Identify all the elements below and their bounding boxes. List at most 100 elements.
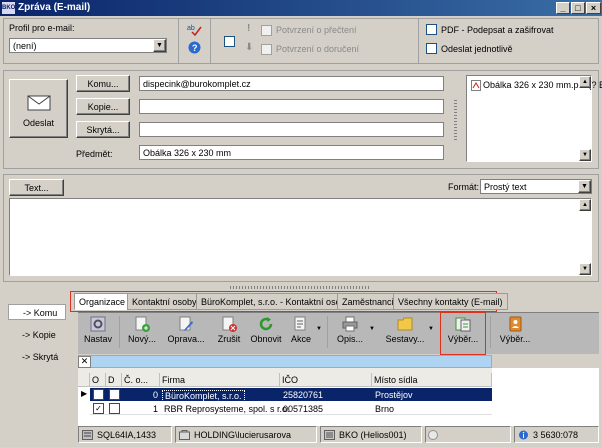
tab-organizace[interactable]: Organizace <box>74 293 131 310</box>
profile-value: (není) <box>13 41 37 51</box>
read-receipt-checkbox[interactable] <box>261 25 272 36</box>
pdf-file-icon <box>471 80 481 91</box>
divider <box>327 316 328 348</box>
splitter-grip[interactable] <box>454 100 457 140</box>
minimize-button[interactable]: _ <box>556 2 570 14</box>
format-label: Formát: <box>448 182 480 192</box>
row-d-checkbox[interactable] <box>109 403 120 414</box>
scroll-up-icon[interactable]: ▲ <box>579 76 591 88</box>
zrusit-label: Zrušit <box>217 334 241 344</box>
status-db-text: BKO (Helios001) <box>339 430 407 440</box>
maximize-button[interactable]: □ <box>571 2 585 14</box>
tab-vsechny-kontakty[interactable]: Všechny kontakty (E-mail) <box>393 293 508 310</box>
oprava-label: Oprava... <box>167 334 205 344</box>
target-to[interactable]: -> Komu <box>8 304 66 320</box>
sestavy-button[interactable]: Sestavy... <box>380 316 430 350</box>
cell-ico: 25820761 <box>283 390 324 400</box>
grid-header-num[interactable]: Č. o... <box>122 373 160 387</box>
delivery-receipt-label: Potvrzení o doručení <box>276 44 360 54</box>
grid-header-d[interactable]: D <box>106 373 122 387</box>
address-book-icon <box>509 316 522 332</box>
bcc-button[interactable]: Skrytá... <box>76 121 130 138</box>
body-textarea[interactable]: ▲ ▼ <box>9 198 592 276</box>
chevron-down-icon[interactable]: ▼ <box>316 326 322 332</box>
cell-misto: Brno <box>375 404 395 414</box>
cc-button[interactable]: Kopie... <box>76 98 130 115</box>
printer-icon <box>342 316 358 332</box>
grid-header-indicator <box>78 373 90 387</box>
opis-label: Opis... <box>336 334 363 344</box>
subject-field[interactable]: Obálka 326 x 230 mm <box>139 145 444 160</box>
app-icon: BKO <box>2 2 15 14</box>
splitter-grip[interactable] <box>230 286 370 289</box>
help-icon[interactable]: ? <box>188 41 201 54</box>
row-o-checkbox[interactable] <box>93 389 104 400</box>
novy-button[interactable]: Nový... <box>123 316 161 350</box>
vyber-button[interactable]: Výběr... <box>443 316 483 350</box>
bcc-field[interactable] <box>139 122 444 137</box>
row-d-checkbox[interactable] <box>109 389 120 400</box>
new-record-icon <box>135 316 150 332</box>
chevron-down-icon[interactable]: ▼ <box>153 39 166 52</box>
format-select[interactable]: Prostý text ▼ <box>480 179 592 194</box>
status-server-text: SQL64IA,1433 <box>97 430 157 440</box>
grid-group-bar <box>78 355 492 368</box>
tab-zamestnanci[interactable]: Zaměstnanci <box>337 293 399 310</box>
opis-button[interactable]: Opis... <box>332 316 368 350</box>
novy-label: Nový... <box>127 334 156 344</box>
row-pointer-icon: ▶ <box>81 389 88 398</box>
delivery-receipt-checkbox[interactable] <box>261 44 272 55</box>
company-icon <box>179 430 190 440</box>
send-separately-checkbox[interactable] <box>426 43 437 54</box>
oprava-button[interactable]: Oprava... <box>164 316 208 350</box>
vyber-book-button[interactable]: Výběr... <box>495 316 535 350</box>
zrusit-button[interactable]: Zrušit <box>212 316 246 350</box>
server-icon <box>82 430 93 440</box>
vyber-book-label: Výběr... <box>499 334 531 344</box>
cell-firma: RBR Reprosysteme, spol. s r.o. <box>164 404 290 414</box>
spellcheck-icon[interactable]: ab <box>186 22 202 36</box>
tab-burokomplet-kontaktni-osoby[interactable]: BüroKomplet, s.r.o. - Kontaktní osoby <box>196 293 356 310</box>
grid-header-o[interactable]: O <box>90 373 106 387</box>
title-bar: BKO Zpráva (E-mail) _ □ × <box>0 0 602 16</box>
target-cc[interactable]: -> Kopie <box>22 330 56 340</box>
tab-kontaktni-osoby[interactable]: Kontaktní osoby <box>127 293 202 310</box>
akce-button[interactable]: Akce <box>287 316 315 350</box>
profile-select[interactable]: (není) ▼ <box>9 38 167 53</box>
pdf-sign-label: PDF - Podepsat a zašifrovat <box>441 25 554 35</box>
obnovit-button[interactable]: Obnovit <box>248 316 284 350</box>
to-field[interactable]: dispecink@burokomplet.cz <box>139 76 444 91</box>
divider <box>119 316 120 348</box>
pdf-sign-checkbox[interactable] <box>426 24 437 35</box>
scroll-up-icon[interactable]: ▲ <box>579 199 591 211</box>
scroll-down-icon[interactable]: ▼ <box>579 149 591 161</box>
sestavy-label: Sestavy... <box>385 334 425 344</box>
text-button[interactable]: Text... <box>9 179 64 196</box>
chevron-down-icon[interactable]: ▼ <box>369 326 375 332</box>
settings-icon <box>90 316 106 332</box>
send-button[interactable]: Odeslat <box>9 79 68 138</box>
status-circle-icon <box>428 430 438 440</box>
status-count: 3 5630:078 <box>514 426 599 443</box>
chevron-down-icon[interactable]: ▼ <box>428 326 434 332</box>
row-o-checkbox-checked[interactable]: ✓ <box>93 403 104 414</box>
attachments-list[interactable]: Obálka 326 x 230 mm.pdf (? B) ▲ ▼ <box>466 75 602 162</box>
priority-checkbox[interactable] <box>224 36 235 47</box>
clear-filter-icon[interactable]: ✕ <box>78 356 91 368</box>
profile-label: Profil pro e-mail: <box>9 23 75 33</box>
nastav-button[interactable]: Nastav <box>80 316 116 350</box>
actions-icon <box>294 316 306 331</box>
target-bcc[interactable]: -> Skrytá <box>22 352 58 362</box>
chevron-down-icon[interactable]: ▼ <box>578 180 591 193</box>
cc-field[interactable] <box>139 99 444 114</box>
status-user: HOLDING\lucierusarova <box>175 426 317 443</box>
grid-header-ico[interactable]: IČO <box>280 373 372 387</box>
scroll-down-icon[interactable]: ▼ <box>579 263 591 275</box>
close-button[interactable]: × <box>586 2 601 14</box>
high-priority-icon: ! <box>247 23 251 34</box>
to-button[interactable]: Komu... <box>76 75 130 92</box>
grid-header-firma[interactable]: Firma <box>160 373 280 387</box>
grid-header-misto[interactable]: Místo sídla <box>372 373 492 387</box>
cell-misto: Prostějov <box>375 390 413 400</box>
cell-num: 1 <box>152 404 158 414</box>
